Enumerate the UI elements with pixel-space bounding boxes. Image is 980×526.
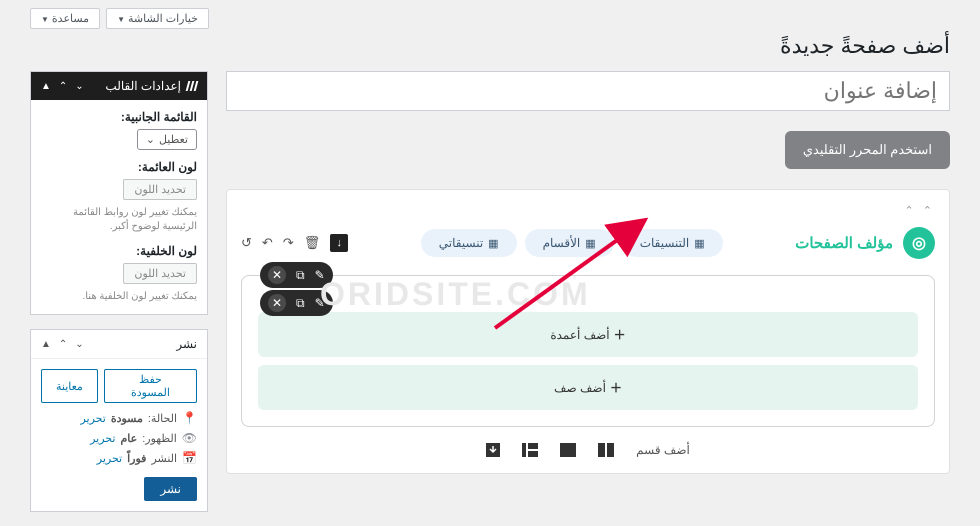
chevron-up-icon[interactable]: ⌃	[59, 81, 67, 92]
edit-icon[interactable]: ✎	[315, 268, 325, 282]
history-icon[interactable]: ↺	[241, 235, 252, 251]
tab-layouts-label: التنسيقات	[640, 236, 690, 250]
header-color-note: يمكنك تغيير لون روابط القائمة الرئيسية ل…	[41, 206, 197, 234]
edit-visibility-link[interactable]: تحرير	[90, 432, 115, 445]
pick-header-color-button[interactable]: تحديد اللون	[123, 179, 197, 200]
sidebar-select-value: تعطيل	[159, 133, 188, 146]
plus-icon: ＋	[610, 381, 622, 395]
layout-full-icon[interactable]	[560, 443, 576, 457]
redo-icon[interactable]: ↷	[283, 235, 294, 251]
header-color-label: لون العائمة:	[41, 160, 197, 174]
close-icon[interactable]: ✕	[268, 294, 286, 312]
edit-date-link[interactable]: تحرير	[97, 452, 122, 465]
toggle-icon[interactable]: ▲	[41, 81, 51, 92]
publish-title: نشر	[176, 337, 197, 351]
tab-sections[interactable]: ▦ الأقسام	[525, 229, 614, 257]
section-container: section ✎ ⧉ ✕ ✎ ⧉ ✕ ＋أضف أعمدة ＋أضف صف	[241, 275, 935, 427]
grid-icon: ▦	[694, 237, 704, 250]
close-icon[interactable]: ✕	[268, 266, 286, 284]
undo-icon[interactable]: ↶	[262, 235, 273, 251]
page-title: أضف صفحةً جديدةً	[0, 29, 980, 71]
chevron-up-icon[interactable]: ⌃	[59, 339, 67, 350]
bg-color-label: لون الخلفية:	[41, 244, 197, 258]
theme-icon	[187, 81, 197, 91]
sidebar-field-label: القائمة الجانبية:	[41, 110, 197, 124]
help-button[interactable]: مساعدة▼	[30, 8, 100, 29]
edit-icon[interactable]: ✎	[315, 296, 325, 310]
builder-title: مؤلف الصفحات	[795, 234, 893, 252]
save-icon[interactable]: ↓	[330, 234, 348, 252]
duplicate-icon[interactable]: ⧉	[296, 268, 305, 283]
tab-sections-label: الأقسام	[543, 236, 581, 250]
theme-settings-title: إعدادات القالب	[105, 79, 181, 93]
visibility-label: الظهور:	[142, 432, 177, 445]
publish-date-value: فوراً	[127, 452, 146, 465]
publish-date-label: النشر	[151, 452, 177, 465]
add-section-label: أضف قسم	[636, 443, 690, 457]
status-label: الحالة:	[148, 412, 177, 425]
preview-button[interactable]: معاينة	[41, 369, 98, 403]
status-value: مسودة	[111, 412, 143, 425]
visibility-value: عام	[120, 432, 137, 445]
layout-sidebar-icon[interactable]	[522, 443, 538, 457]
title-input[interactable]	[226, 71, 950, 111]
toggle-icon[interactable]: ▲	[41, 339, 51, 350]
screen-options-button[interactable]: خيارات الشاشة▼	[106, 8, 209, 29]
save-draft-button[interactable]: حفظ المسودة	[104, 369, 197, 403]
theme-settings-metabox: إعدادات القالب ⌄ ⌃ ▲ القائمة الجانبية: تعط…	[30, 71, 208, 315]
section-toolbar: ✎ ⧉ ✕	[260, 262, 333, 288]
sections-icon: ▦	[585, 237, 595, 250]
publish-button[interactable]: نشر	[144, 477, 197, 501]
collapse-handle[interactable]: ⌃ ⌃	[241, 204, 935, 217]
add-columns-label: أضف أعمدة	[550, 328, 609, 342]
chevron-down-icon: ⌄	[146, 133, 155, 146]
chevron-down-icon: ▼	[41, 15, 49, 24]
add-row-button[interactable]: ＋ أضف صف	[258, 365, 918, 410]
sidebar-select[interactable]: تعطيل ⌄	[137, 129, 197, 150]
trash-icon[interactable]: 🗑	[304, 235, 321, 251]
page-builder-panel: ⌃ ⌃ ◎ مؤلف الصفحات ▦ التنسيقات ▦ الأقسام ▦…	[226, 189, 950, 474]
plus-icon: ＋	[614, 328, 626, 342]
tab-my-formats-label: تنسيقاتي	[439, 236, 483, 250]
formats-icon: ▦	[488, 237, 498, 250]
add-row-label: أضف صف	[554, 381, 606, 395]
duplicate-icon[interactable]: ⧉	[296, 296, 305, 311]
eye-icon: 👁	[182, 431, 197, 445]
layout-2col-icon[interactable]	[598, 443, 614, 457]
publish-metabox: نشر ⌄ ⌃ ▲ حفظ المسودة معاينة 📍 الحالة: مسو…	[30, 329, 208, 512]
pin-icon: 📍	[182, 411, 197, 425]
screen-options-label: خيارات الشاشة	[128, 13, 198, 25]
tab-my-formats[interactable]: ▦ تنسيقاتي	[421, 229, 517, 257]
help-label: مساعدة	[52, 13, 89, 25]
tab-layouts[interactable]: ▦ التنسيقات	[622, 229, 723, 257]
chevron-down-icon: ▼	[117, 15, 125, 24]
calendar-icon: 📅	[182, 451, 197, 465]
chevron-down-icon[interactable]: ⌄	[75, 339, 83, 350]
row-toolbar: ✎ ⧉ ✕	[260, 290, 333, 316]
add-columns-button[interactable]: ＋ أضف أعمدة	[258, 312, 918, 357]
layout-import-icon[interactable]	[486, 443, 500, 457]
pick-bg-color-button[interactable]: تحديد اللون	[123, 263, 197, 284]
chevron-down-icon[interactable]: ⌄	[75, 81, 83, 92]
classic-editor-button[interactable]: استخدم المحرر التقليدي	[785, 131, 950, 169]
brand-logo-icon: ◎	[903, 227, 935, 259]
edit-status-link[interactable]: تحرير	[80, 412, 105, 425]
bg-color-note: يمكنك تغيير لون الخلفية هنا.	[41, 290, 197, 304]
